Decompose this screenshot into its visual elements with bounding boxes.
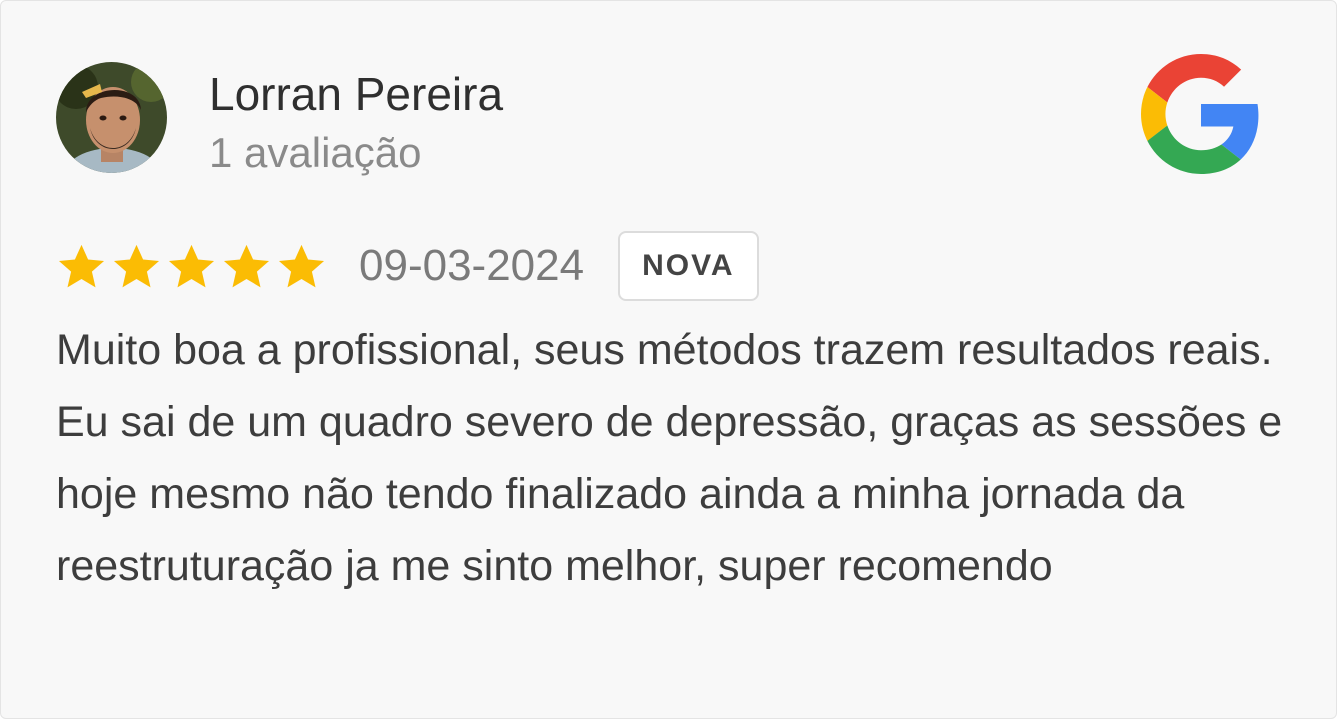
rating-row: 09-03-2024 NOVA xyxy=(56,229,759,303)
google-g-icon xyxy=(1141,54,1259,174)
star-icon xyxy=(58,244,105,287)
new-badge: NOVA xyxy=(618,231,759,301)
review-text: Muito boa a profissional, seus métodos t… xyxy=(56,326,1283,590)
star-rating xyxy=(56,241,327,292)
reviewer-review-count: 1 avaliação xyxy=(209,129,422,176)
review-card: Lorran Pereira 1 avaliação 09-03-2024 NO… xyxy=(0,0,1337,719)
star-icon xyxy=(113,244,160,287)
star-icon xyxy=(168,244,215,287)
review-date: 09-03-2024 xyxy=(359,241,585,290)
avatar-photo xyxy=(56,62,167,173)
reviewer-name[interactable]: Lorran Pereira xyxy=(209,67,503,121)
star-icon xyxy=(278,244,325,287)
avatar[interactable] xyxy=(56,62,167,173)
star-icon xyxy=(223,244,270,287)
